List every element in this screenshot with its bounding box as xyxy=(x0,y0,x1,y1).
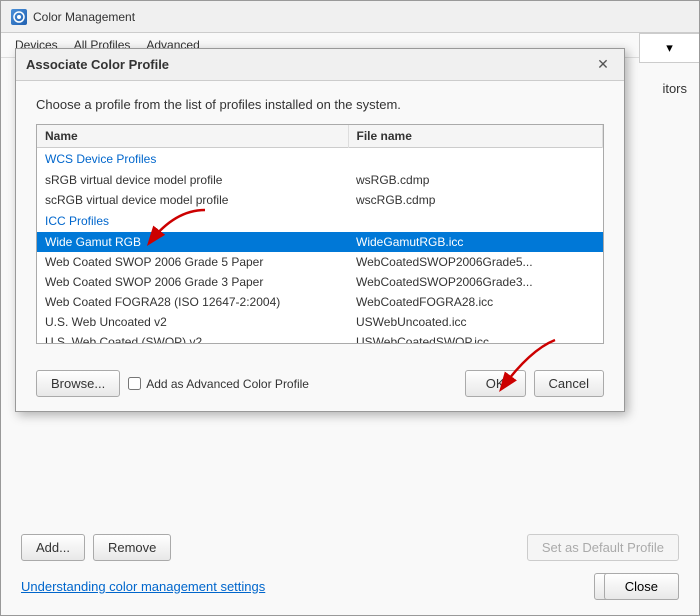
main-action-buttons: Add... Remove Set as Default Profile xyxy=(21,534,679,561)
main-bottom-area: Add... Remove Set as Default Profile Und… xyxy=(1,524,699,615)
associate-color-profile-dialog: Associate Color Profile ✕ Choose a profi… xyxy=(15,48,625,412)
main-close-button[interactable]: Close xyxy=(604,573,679,600)
table-row[interactable]: WCS Device Profiles xyxy=(37,148,603,171)
profile-list-container[interactable]: Name File name WCS Device ProfilessRGB v… xyxy=(36,124,604,344)
dialog-title: Associate Color Profile xyxy=(26,57,169,72)
table-row[interactable]: Web Coated SWOP 2006 Grade 3 PaperWebCoa… xyxy=(37,272,603,292)
table-row[interactable]: U.S. Web Coated (SWOP) v2USWebCoatedSWOP… xyxy=(37,332,603,344)
dialog-titlebar: Associate Color Profile ✕ xyxy=(16,49,624,81)
table-row[interactable]: ICC Profiles xyxy=(37,210,603,232)
main-bottom-row2: Understanding color management settings … xyxy=(21,573,679,600)
table-row[interactable]: scRGB virtual device model profilewscRGB… xyxy=(37,190,603,210)
main-title: Color Management xyxy=(33,10,135,24)
remove-button[interactable]: Remove xyxy=(93,534,171,561)
col-name: Name xyxy=(37,125,348,148)
advanced-checkbox-label[interactable]: Add as Advanced Color Profile xyxy=(128,377,309,391)
monitors-text: itors xyxy=(662,81,687,96)
dialog-bottom-buttons: Browse... Add as Advanced Color Profile … xyxy=(16,360,624,411)
profile-table-body: WCS Device ProfilessRGB virtual device m… xyxy=(37,148,603,345)
right-dropdown[interactable]: ▾ xyxy=(639,33,699,63)
browse-button[interactable]: Browse... xyxy=(36,370,120,397)
understanding-link[interactable]: Understanding color management settings xyxy=(21,579,265,594)
table-row[interactable]: U.S. Web Uncoated v2USWebUncoated.icc xyxy=(37,312,603,332)
col-filename: File name xyxy=(348,125,602,148)
ok-button[interactable]: OK xyxy=(465,370,526,397)
chevron-down-icon: ▾ xyxy=(666,40,673,56)
advanced-checkbox-text: Add as Advanced Color Profile xyxy=(146,377,309,391)
advanced-checkbox[interactable] xyxy=(128,377,141,390)
table-row[interactable]: Web Coated FOGRA28 (ISO 12647-2:2004)Web… xyxy=(37,292,603,312)
table-row[interactable]: Web Coated SWOP 2006 Grade 5 PaperWebCoa… xyxy=(37,252,603,272)
dialog-instruction: Choose a profile from the list of profil… xyxy=(36,97,604,112)
dialog-body: Choose a profile from the list of profil… xyxy=(16,81,624,360)
dialog-close-button[interactable]: ✕ xyxy=(592,54,614,76)
add-button[interactable]: Add... xyxy=(21,534,85,561)
set-default-button[interactable]: Set as Default Profile xyxy=(527,534,679,561)
table-row[interactable]: sRGB virtual device model profilewsRGB.c… xyxy=(37,170,603,190)
app-icon xyxy=(11,9,27,25)
table-row[interactable]: Wide Gamut RGBWideGamutRGB.icc xyxy=(37,232,603,252)
table-header-row: Name File name xyxy=(37,125,603,148)
profile-table: Name File name WCS Device ProfilessRGB v… xyxy=(37,125,603,344)
main-titlebar: Color Management xyxy=(1,1,699,33)
cancel-button[interactable]: Cancel xyxy=(534,370,604,397)
